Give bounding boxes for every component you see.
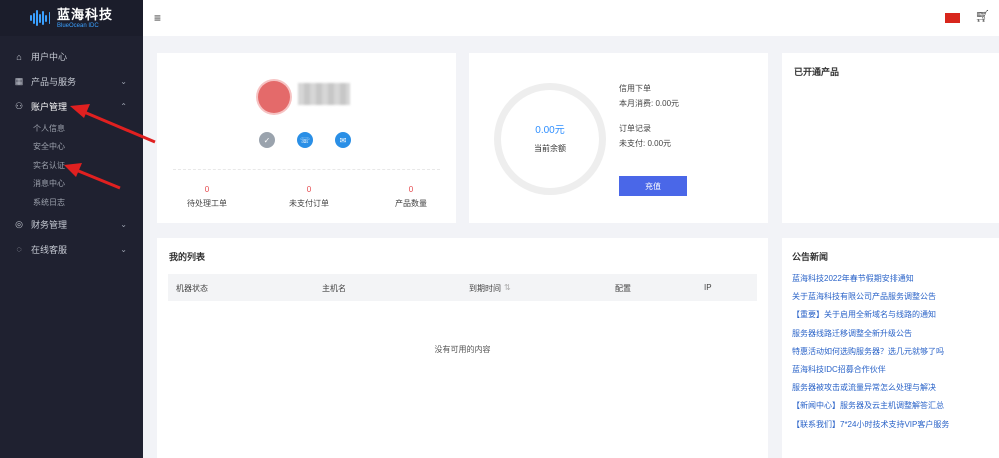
submenu-verification[interactable]: 实名认证 xyxy=(33,156,143,175)
products-title: 已开通产品 xyxy=(794,67,840,77)
stat-label: 待处理工单 xyxy=(187,199,227,208)
submenu-profile[interactable]: 个人信息 xyxy=(33,119,143,138)
sidebar-item-label: 账户管理 xyxy=(31,102,68,112)
shield-icon[interactable]: ✓ xyxy=(259,132,275,148)
home-icon: ⌂ xyxy=(16,51,22,62)
orders-title: 我的列表 xyxy=(169,252,206,262)
sidebar-item-label: 财务管理 xyxy=(31,219,68,230)
sidebar-item-user-center[interactable]: ⌂ 用户中心 xyxy=(0,44,143,69)
finance-icon: ◎ xyxy=(15,218,23,229)
stat-label: 未支付订单 xyxy=(289,199,329,208)
balance-label: 当前余额 xyxy=(534,144,566,153)
stat-product-count[interactable]: 0 产品数量 xyxy=(376,185,446,209)
submenu-logs[interactable]: 系统日志 xyxy=(33,193,143,212)
column-hostname[interactable]: 主机名 xyxy=(322,283,346,294)
sidebar-item-account[interactable]: ⚇ 账户管理 ⌃ xyxy=(0,94,143,119)
table-header: 机器状态 主机名 到期时间 ⇅ 配置 IP xyxy=(168,274,757,301)
chevron-down-icon: ⌄ xyxy=(120,77,127,86)
brand-name-en-suffix: IDC xyxy=(88,22,99,29)
stat-value: 0 xyxy=(306,185,312,194)
sidebar-item-label: 用户中心 xyxy=(31,52,68,62)
news-title: 公告新闻 xyxy=(792,252,829,262)
divider xyxy=(173,169,440,170)
chevron-up-icon: ⌃ xyxy=(120,102,127,111)
sidebar-item-finance[interactable]: ◎ 财务管理 ⌄ xyxy=(0,212,143,237)
sort-icon[interactable]: ⇅ xyxy=(504,283,511,292)
news-item[interactable]: 服务器被攻击或流量异常怎么处理与解决 xyxy=(792,382,949,400)
user-icon: ⚇ xyxy=(14,101,24,111)
submenu-messages[interactable]: 消息中心 xyxy=(33,175,143,194)
stat-value: 0 xyxy=(204,185,210,194)
news-item[interactable]: 蓝海科技IDC招募合作伙伴 xyxy=(792,364,949,382)
phone-icon[interactable]: ☏ xyxy=(297,132,313,148)
monthly-consume: 本月消费: 0.00元 xyxy=(619,99,680,108)
grid-icon: ▦ xyxy=(14,76,24,86)
logo-icon xyxy=(30,9,52,27)
recharge-button[interactable]: 充值 xyxy=(619,176,687,196)
empty-state: 没有可用的内容 xyxy=(434,345,491,354)
language-flag-icon[interactable] xyxy=(945,13,960,23)
brand-logo[interactable]: 蓝海科技 BlueOcean IDC xyxy=(0,0,143,36)
column-status[interactable]: 机器状态 xyxy=(176,283,208,294)
column-ip[interactable]: IP xyxy=(704,283,712,292)
balance-card: 0.00元 当前余额 信用下单 本月消费: 0.00元 订单记录 未支付: 0.… xyxy=(469,53,768,223)
news-item[interactable]: 【新闻中心】服务器及云主机调整解答汇总 xyxy=(792,400,949,418)
username-redacted xyxy=(298,83,350,105)
unpaid-amount: 未支付: 0.00元 xyxy=(619,139,672,148)
news-item[interactable]: 【重要】关于启用全新域名与线路的通知 xyxy=(792,309,949,327)
products-card: 已开通产品 xyxy=(782,53,999,223)
balance-amount: 0.00元 xyxy=(535,125,565,136)
chevron-down-icon: ⌄ xyxy=(120,219,127,229)
sidebar-item-label: 产品与服务 xyxy=(31,77,77,87)
avatar xyxy=(258,81,290,113)
chevron-down-icon: ⌄ xyxy=(120,244,127,254)
sidebar-nav: ⌂ 用户中心 ▦ 产品与服务 ⌄ ⚇ 账户管理 ⌃ 个人信息 安全中心 实名认证… xyxy=(0,44,143,262)
credit-line: 信用下单 xyxy=(619,84,651,93)
news-item[interactable]: 关于蓝海科技有限公司产品服务调整公告 xyxy=(792,291,949,309)
menu-toggle-icon[interactable]: ≡ xyxy=(154,11,161,25)
stat-pending-tickets[interactable]: 0 待处理工单 xyxy=(172,185,242,209)
stat-label: 产品数量 xyxy=(395,199,427,208)
stat-unpaid-orders[interactable]: 0 未支付订单 xyxy=(274,185,344,209)
brand-name: 蓝海科技 xyxy=(57,6,114,22)
news-item[interactable]: 特惠活动如何选购服务器？选几元就够了吗 xyxy=(792,346,949,364)
chat-icon: ◌ xyxy=(16,244,22,254)
column-config[interactable]: 配置 xyxy=(615,283,631,294)
news-card: 公告新闻 蓝海科技2022年春节假期安排通知 关于蓝海科技有限公司产品服务调整公… xyxy=(782,238,999,458)
cart-icon[interactable]: 🛒︎ xyxy=(975,9,990,23)
top-header: ≡ 🛒︎ xyxy=(143,0,999,36)
submenu-security[interactable]: 安全中心 xyxy=(33,138,143,157)
sidebar-item-products[interactable]: ▦ 产品与服务 ⌄ xyxy=(0,69,143,94)
news-item[interactable]: 蓝海科技2022年春节假期安排通知 xyxy=(792,273,949,291)
mail-icon[interactable]: ✉ xyxy=(335,132,351,148)
order-records: 订单记录 xyxy=(619,124,651,133)
user-card: ✓ ☏ ✉ 0 待处理工单 0 未支付订单 0 产品数量 xyxy=(157,53,456,223)
account-submenu: 个人信息 安全中心 实名认证 消息中心 系统日志 xyxy=(0,119,143,212)
sidebar-item-support[interactable]: ◌ 在线客服 ⌄ xyxy=(0,237,143,262)
brand-name-en: BlueOcean xyxy=(57,22,87,29)
stat-value: 0 xyxy=(408,185,414,194)
news-list: 蓝海科技2022年春节假期安排通知 关于蓝海科技有限公司产品服务调整公告 【重要… xyxy=(792,273,949,437)
balance-ring xyxy=(494,83,606,195)
sidebar: 蓝海科技 BlueOcean IDC ⌂ 用户中心 ▦ 产品与服务 ⌄ ⚇ 账户… xyxy=(0,0,143,458)
news-item[interactable]: 【联系我们】7*24小时技术支持VIP客户服务 xyxy=(792,419,949,437)
sidebar-item-label: 在线客服 xyxy=(31,244,68,255)
news-item[interactable]: 服务器线路迁移调整全新升级公告 xyxy=(792,328,949,346)
orders-card: 我的列表 机器状态 主机名 到期时间 ⇅ 配置 IP 没有可用的内容 xyxy=(157,238,768,458)
column-expire[interactable]: 到期时间 xyxy=(469,283,501,294)
